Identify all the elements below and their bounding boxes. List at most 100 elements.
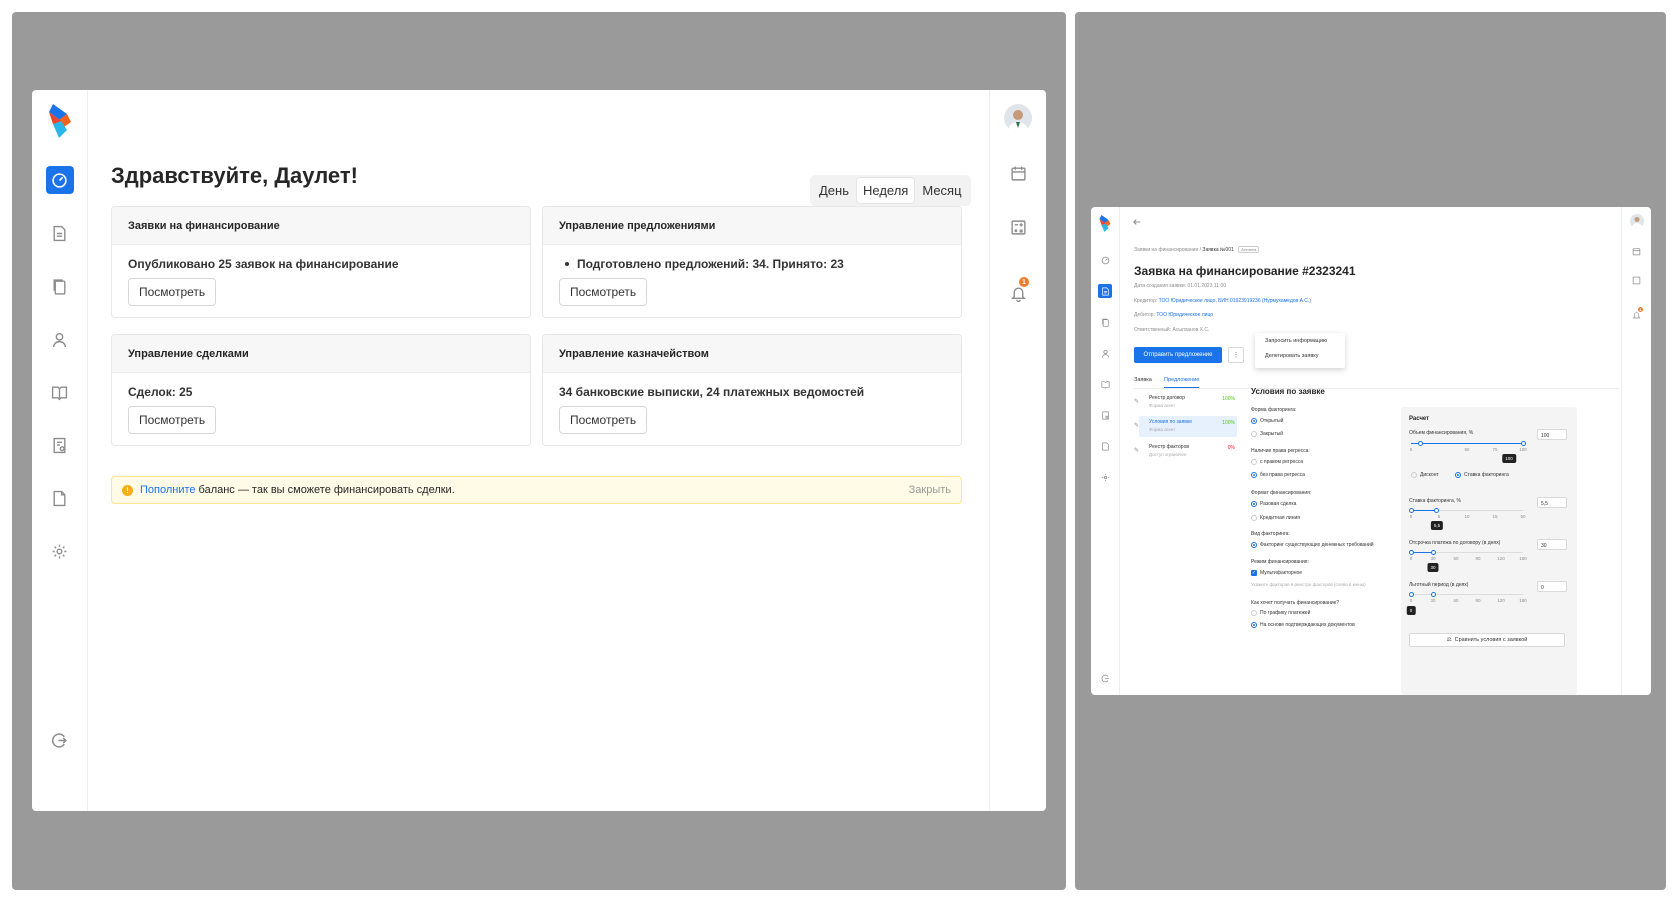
option-label: Открытый <box>1260 418 1284 424</box>
period-month[interactable]: Месяц <box>915 177 968 204</box>
radio[interactable] <box>1251 515 1257 521</box>
period-week[interactable]: Неделя <box>856 177 916 204</box>
period-day[interactable]: День <box>812 177 856 204</box>
nav-book-icon[interactable] <box>46 378 74 406</box>
logout-icon[interactable] <box>46 726 74 754</box>
radio[interactable] <box>1251 418 1257 424</box>
radio[interactable] <box>1251 472 1257 478</box>
nav-copy-icon[interactable] <box>46 272 74 300</box>
send-offer-button[interactable]: Отправить предложение <box>1134 347 1222 363</box>
tab-application[interactable]: Заявка <box>1134 377 1152 387</box>
debtor-link[interactable]: ТОО Юридическое лицо <box>1156 312 1213 318</box>
slider-knob[interactable] <box>1409 592 1414 597</box>
grace-tooltip: 0 <box>1406 606 1416 615</box>
menu-item-request-info[interactable]: Запросить информацию <box>1255 333 1345 348</box>
slider-knob[interactable] <box>1417 441 1423 446</box>
step-factors-registry[interactable]: ✎ Реестр факторов Доступ ограничен 0% <box>1134 441 1237 462</box>
calculator-icon[interactable] <box>1630 273 1644 287</box>
calendar-icon[interactable] <box>1630 244 1644 258</box>
view-applications-button[interactable]: Посмотреть <box>128 278 217 306</box>
delay-input[interactable]: 30 <box>1537 539 1567 550</box>
receive-option-schedule[interactable]: По графику платежей <box>1251 610 1310 616</box>
calculator-icon[interactable] <box>1004 213 1032 241</box>
view-offers-button[interactable]: Посмотреть <box>559 278 648 306</box>
discount-option[interactable]: Дисконт <box>1411 472 1439 478</box>
card-title: Управление казначейством <box>543 335 961 373</box>
card-treasury: Управление казначейством 34 банковские в… <box>542 334 962 446</box>
slider-knob[interactable] <box>1521 441 1526 446</box>
nav-dashboard-icon[interactable] <box>1098 253 1112 267</box>
regress-option-without[interactable]: без права регресса <box>1251 472 1305 478</box>
option-label: На основе подтверждающих документов <box>1260 622 1355 628</box>
step-conditions[interactable]: ✎ Условия по заявке Форма агент 100% <box>1134 416 1237 437</box>
nav-copy-icon[interactable] <box>1098 315 1112 329</box>
logout-icon[interactable] <box>1098 671 1112 685</box>
avatar[interactable] <box>1004 104 1032 132</box>
delay-slider[interactable] <box>1409 550 1523 555</box>
alert-close-button[interactable]: Закрыть <box>909 484 951 496</box>
slider-knob[interactable] <box>1433 508 1439 513</box>
step-contract-registry[interactable]: ✎ Реестр договор Форма агент 100% <box>1134 392 1237 413</box>
page-title: Здравствуйте, Даулет! <box>111 163 358 188</box>
nav-applications-icon[interactable] <box>46 219 74 247</box>
volume-slider[interactable] <box>1411 441 1526 446</box>
radio[interactable] <box>1251 610 1257 616</box>
slider-knob[interactable] <box>1431 550 1437 555</box>
rate-input[interactable]: 5,5 <box>1537 497 1567 508</box>
form-option-closed[interactable]: Закрытый <box>1251 431 1283 437</box>
nav-applications-icon[interactable] <box>1098 284 1112 298</box>
grace-input[interactable]: 0 <box>1537 581 1567 592</box>
creditor-link[interactable]: ТОО Юридическое лицо, БИН 01923919236 (Н… <box>1159 298 1311 304</box>
regress-option-with[interactable]: с правом регресса <box>1251 459 1303 465</box>
card-text-value: Подготовлено предложений: 34. Принято: 2… <box>577 257 844 271</box>
balance-alert: ! Пополните баланс — так вы сможете фина… <box>111 476 962 504</box>
radio[interactable] <box>1251 622 1257 628</box>
nav-document-icon[interactable] <box>46 484 74 512</box>
mode-option-multi[interactable]: ✓ Мультифакторное <box>1251 570 1302 576</box>
radio[interactable] <box>1251 459 1257 465</box>
top-up-link[interactable]: Пополните <box>140 484 196 496</box>
format-option-single[interactable]: Разовая сделка <box>1251 501 1296 507</box>
nav-report-icon[interactable] <box>46 431 74 459</box>
radio[interactable] <box>1455 472 1461 478</box>
type-option-existing[interactable]: Факторинг существующих денежных требован… <box>1251 542 1374 548</box>
radio[interactable] <box>1251 431 1257 437</box>
option-label: Разовая сделка <box>1260 501 1297 507</box>
slider-knob[interactable] <box>1409 508 1414 513</box>
grace-slider[interactable] <box>1409 592 1523 597</box>
compare-button[interactable]: ⚖ Сравнить условия с заявкой <box>1409 633 1565 647</box>
view-deals-button[interactable]: Посмотреть <box>128 406 217 434</box>
nav-user-icon[interactable] <box>46 325 74 353</box>
checkbox[interactable]: ✓ <box>1251 570 1257 576</box>
nav-settings-icon[interactable] <box>1098 470 1112 484</box>
slider-knob[interactable] <box>1409 550 1414 555</box>
calendar-icon[interactable] <box>1004 159 1032 187</box>
nav-user-icon[interactable] <box>1098 346 1112 360</box>
nav-settings-icon[interactable] <box>46 537 74 565</box>
nav-dashboard-icon[interactable] <box>45 166 74 194</box>
back-arrow-icon[interactable] <box>1133 218 1141 226</box>
more-button[interactable]: ⋮ <box>1228 347 1244 363</box>
volume-label: Объем финансирования, % <box>1409 430 1474 436</box>
radio[interactable] <box>1251 542 1257 548</box>
nav-document-icon[interactable] <box>1098 439 1112 453</box>
creditor-label: Кредитор: <box>1134 298 1158 304</box>
view-treasury-button[interactable]: Посмотреть <box>559 406 648 434</box>
radio[interactable] <box>1251 501 1257 507</box>
format-option-credit-line[interactable]: Кредитная линия <box>1251 515 1300 521</box>
rate-option[interactable]: Ставка факторинга <box>1455 472 1509 478</box>
receive-option-documents[interactable]: На основе подтверждающих документов <box>1251 622 1355 628</box>
rate-slider[interactable] <box>1409 508 1523 513</box>
volume-input[interactable]: 100 <box>1537 429 1567 440</box>
radio[interactable] <box>1411 472 1417 478</box>
breadcrumb-item[interactable]: Заявки на финансирование <box>1134 247 1198 253</box>
nav-book-icon[interactable] <box>1098 377 1112 391</box>
avatar[interactable] <box>1629 214 1644 228</box>
slider-knob[interactable] <box>1431 592 1437 597</box>
form-option-open[interactable]: Открытый <box>1251 418 1283 424</box>
option-label: с правом регресса <box>1260 459 1304 465</box>
nav-report-icon[interactable] <box>1098 408 1112 422</box>
breadcrumb-item: Заявка №001 <box>1202 247 1234 253</box>
tab-offer[interactable]: Предложение <box>1164 377 1200 388</box>
menu-item-delegate[interactable]: Делегировать заявку <box>1255 348 1345 363</box>
